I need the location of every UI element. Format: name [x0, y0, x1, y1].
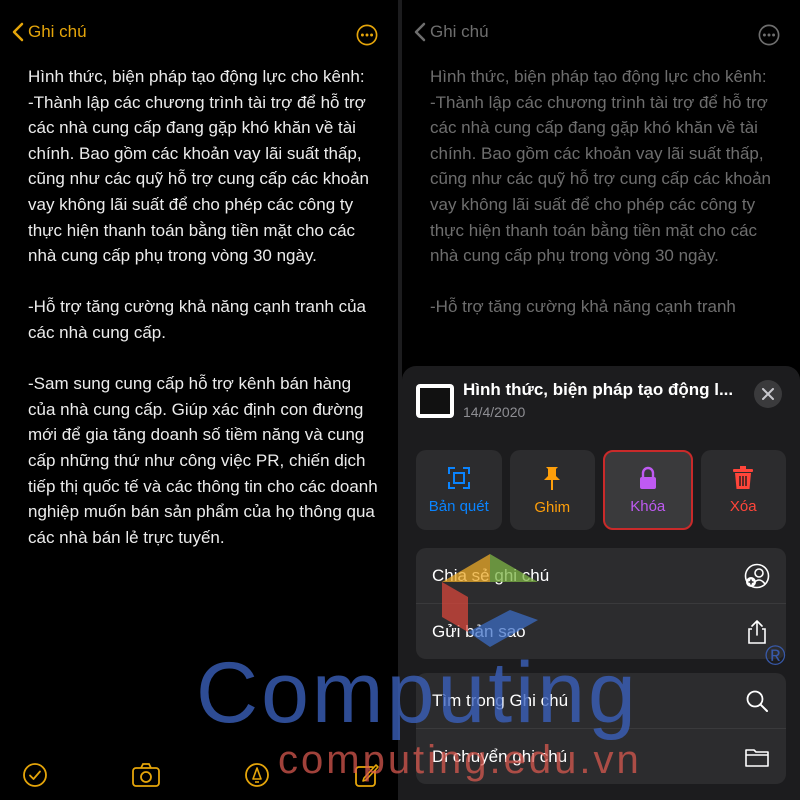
back-label: Ghi chú	[430, 22, 489, 41]
back-button[interactable]: Ghi chú	[12, 22, 87, 42]
share-note-label: Chia sẻ ghi chú	[432, 565, 550, 585]
delete-button[interactable]: Xóa	[700, 450, 786, 530]
search-icon	[746, 690, 768, 712]
share-note-row[interactable]: Chia sẻ ghi chú	[416, 548, 786, 603]
action-sheet: Hình thức, biện pháp tạo động l... 14/4/…	[402, 366, 800, 800]
back-button[interactable]: Ghi chú	[414, 22, 489, 42]
share-icon	[748, 619, 766, 644]
sheet-header: Hình thức, biện pháp tạo động l... 14/4/…	[402, 366, 800, 434]
note-thumbnail	[416, 384, 454, 418]
send-copy-row[interactable]: Gửi bản sao	[416, 603, 786, 659]
notes-screen-left: Ghi chú Hình thức, biện pháp tạo động lự…	[0, 0, 398, 800]
nav-bar: Ghi chú	[0, 0, 398, 70]
pin-icon	[544, 466, 561, 490]
more-icon[interactable]	[758, 24, 780, 46]
sheet-title: Hình thức, biện pháp tạo động l...	[463, 380, 734, 399]
scan-button[interactable]: Bản quét	[416, 450, 502, 530]
scan-label: Bản quét	[428, 497, 489, 515]
folder-icon	[745, 748, 769, 767]
move-note-label: Di chuyển ghi chú	[432, 746, 568, 766]
close-button[interactable]	[754, 380, 782, 408]
pin-label: Ghim	[534, 498, 571, 516]
move-note-row[interactable]: Di chuyển ghi chú	[416, 728, 786, 784]
delete-label: Xóa	[729, 497, 757, 515]
chevron-left-icon	[414, 22, 426, 42]
scan-icon	[447, 466, 470, 489]
find-in-note-label: Tìm trong Ghi chú	[432, 690, 569, 710]
pin-button[interactable]: Ghim	[509, 450, 595, 530]
share-person-icon	[744, 563, 770, 588]
bottom-toolbar	[0, 740, 398, 800]
lock-label: Khóa	[630, 497, 666, 515]
nav-bar-dimmed: Ghi chú	[402, 0, 800, 70]
camera-icon[interactable]	[131, 762, 161, 788]
more-icon[interactable]	[356, 24, 378, 46]
share-group: Chia sẻ ghi chú Gửi bản sao	[416, 548, 786, 659]
compose-icon[interactable]	[354, 762, 380, 788]
sheet-date: 14/4/2020	[463, 404, 526, 420]
notes-screen-right: Ghi chú Hình thức, biện pháp tạo động lự…	[402, 0, 800, 800]
lock-icon	[639, 466, 656, 489]
trash-icon	[733, 465, 754, 489]
back-label: Ghi chú	[28, 22, 87, 41]
send-copy-label: Gửi bản sao	[432, 621, 526, 641]
chevron-left-icon	[12, 22, 24, 42]
note-content[interactable]: Hình thức, biện pháp tạo động lực cho kê…	[28, 64, 380, 550]
find-in-note-row[interactable]: Tìm trong Ghi chú	[416, 673, 786, 728]
organize-group: Tìm trong Ghi chú Di chuyển ghi chú	[416, 673, 786, 784]
close-icon	[762, 388, 774, 400]
lock-button[interactable]: Khóa	[603, 450, 693, 530]
note-content: Hình thức, biện pháp tạo động lực cho kê…	[430, 67, 772, 317]
markup-pen-icon[interactable]	[244, 762, 270, 788]
quick-actions: Bản quét Ghim Khóa Xóa	[416, 450, 786, 530]
checklist-icon[interactable]	[22, 762, 48, 788]
